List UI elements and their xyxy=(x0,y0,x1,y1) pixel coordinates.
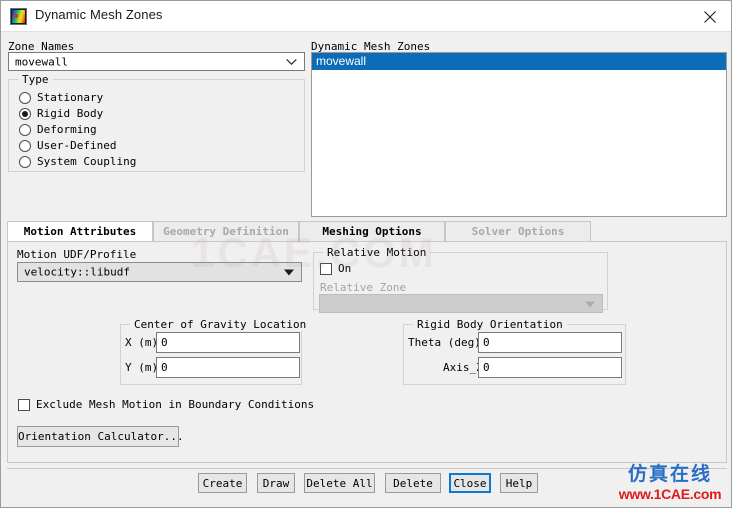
list-item[interactable]: movewall xyxy=(312,53,726,70)
dynamic-mesh-zones-list[interactable]: movewall xyxy=(311,52,727,217)
type-group-title: Type xyxy=(18,73,53,86)
relative-zone-combobox xyxy=(319,294,603,313)
radio-label: User-Defined xyxy=(37,139,117,152)
tab-label: Meshing Options xyxy=(322,225,422,238)
button-label: Delete xyxy=(393,477,433,490)
tab-solver-options: Solver Options xyxy=(445,221,591,241)
zone-names-value: movewall xyxy=(15,55,68,68)
watermark-url-text: www.1CAE.com xyxy=(618,486,722,502)
radio-label: System Coupling xyxy=(37,155,137,168)
delete-button[interactable]: Delete xyxy=(385,473,441,493)
radio-indicator xyxy=(19,108,31,120)
relative-zone-label: Relative Zone xyxy=(320,281,407,294)
relative-motion-title: Relative Motion xyxy=(323,246,431,259)
cog-group-title: Center of Gravity Location xyxy=(130,318,311,331)
radio-indicator xyxy=(19,140,31,152)
checkbox-label: Exclude Mesh Motion in Boundary Conditio… xyxy=(36,398,315,411)
orientation-calculator-button[interactable]: Orientation Calculator... xyxy=(17,426,184,447)
rigid-body-orientation-groupbox: Rigid Body Orientation Theta (deg) 0 Axi… xyxy=(403,318,626,385)
create-button[interactable]: Create xyxy=(198,473,247,493)
cog-y-label: Y (m) xyxy=(125,361,159,374)
relative-motion-groupbox: Relative Motion On Relative Zone xyxy=(313,246,608,313)
axis-z-input[interactable]: 0 xyxy=(478,357,622,378)
theta-input[interactable]: 0 xyxy=(478,332,622,353)
chevron-down-icon xyxy=(284,266,294,279)
help-button[interactable]: Help xyxy=(500,473,538,493)
tab-motion-attributes[interactable]: Motion Attributes xyxy=(7,221,153,241)
chevron-down-icon xyxy=(585,297,595,310)
site-watermark-logo: 仿真在线 www.1CAE.com xyxy=(613,464,727,506)
motion-udf-combobox[interactable]: velocity::libudf xyxy=(17,262,302,282)
chevron-down-icon xyxy=(286,55,297,68)
tab-geometry-definition: Geometry Definition xyxy=(153,221,299,241)
window-title: Dynamic Mesh Zones xyxy=(35,7,163,22)
checkbox-indicator xyxy=(320,263,332,275)
radio-indicator xyxy=(19,92,31,104)
list-item-label: movewall xyxy=(316,54,367,68)
tab-label: Geometry Definition xyxy=(163,225,289,238)
draw-button[interactable]: Draw xyxy=(257,473,295,493)
radio-indicator xyxy=(19,156,31,168)
footer-divider xyxy=(7,468,727,469)
title-bar: Dynamic Mesh Zones xyxy=(1,1,731,32)
type-groupbox: Type Stationary Rigid Body Deforming Use… xyxy=(8,73,305,172)
orientation-group-title: Rigid Body Orientation xyxy=(413,318,567,331)
cog-x-input[interactable]: 0 xyxy=(156,332,300,353)
button-label: Help xyxy=(505,477,533,490)
checkbox-label: On xyxy=(338,262,352,275)
delete-all-button[interactable]: Delete All xyxy=(304,473,375,493)
close-icon[interactable] xyxy=(688,1,731,31)
button-label: Draw xyxy=(262,477,290,490)
axis-z-label: Axis_Z xyxy=(443,361,483,374)
motion-udf-value: velocity::libudf xyxy=(24,265,130,279)
close-button[interactable]: Close xyxy=(449,473,491,493)
dynamic-mesh-zones-dialog: Dynamic Mesh Zones Zone Names movewall T… xyxy=(0,0,732,508)
checkbox-indicator xyxy=(18,399,30,411)
radio-label: Rigid Body xyxy=(37,107,104,120)
motion-attributes-panel: Motion UDF/Profile velocity::libudf Rela… xyxy=(7,241,727,463)
center-of-gravity-groupbox: Center of Gravity Location X (m) 0 Y (m)… xyxy=(120,318,311,385)
fluent-contour-icon xyxy=(10,8,27,25)
button-label: Orientation Calculator... xyxy=(18,430,184,443)
tab-strip: Motion Attributes Geometry Definition Me… xyxy=(7,221,727,241)
radio-label: Stationary xyxy=(37,91,104,104)
cog-y-input[interactable]: 0 xyxy=(156,357,300,378)
zone-names-combobox[interactable]: movewall xyxy=(8,52,305,71)
tab-label: Solver Options xyxy=(471,225,565,238)
theta-label: Theta (deg) xyxy=(408,336,481,349)
radio-label: Deforming xyxy=(37,123,97,136)
motion-udf-label: Motion UDF/Profile xyxy=(17,248,137,261)
tab-label: Motion Attributes xyxy=(23,225,137,238)
tab-meshing-options[interactable]: Meshing Options xyxy=(299,221,445,241)
button-label: Create xyxy=(202,477,243,490)
button-label: Delete All xyxy=(306,477,373,490)
button-label: Close xyxy=(453,477,487,490)
cog-x-label: X (m) xyxy=(125,336,159,349)
radio-indicator xyxy=(19,124,31,136)
